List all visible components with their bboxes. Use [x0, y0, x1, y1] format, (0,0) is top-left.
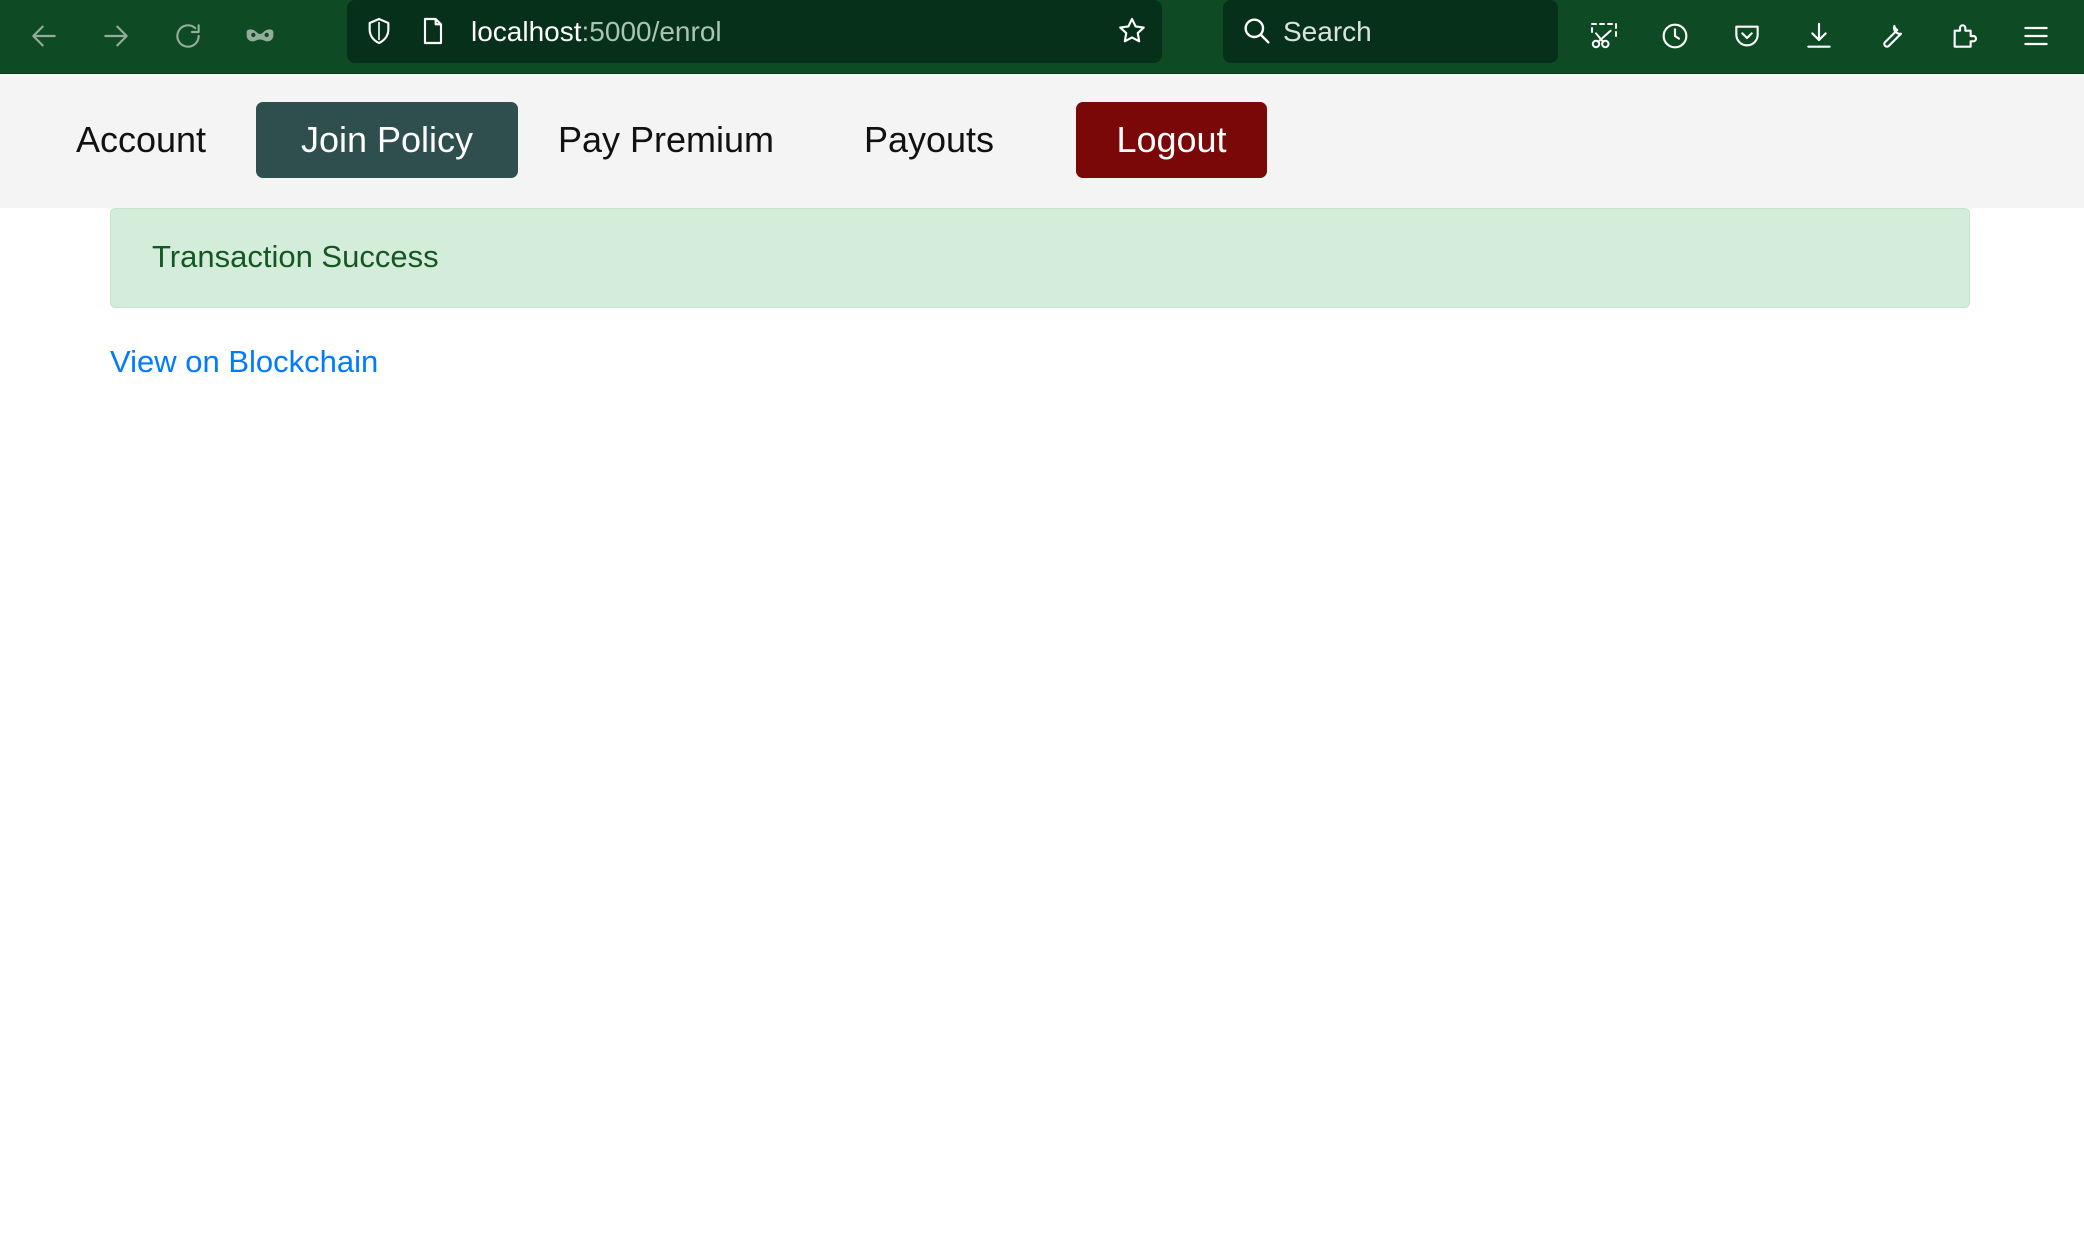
menu-icon[interactable]: [2014, 14, 2058, 58]
extensions-icon[interactable]: [1942, 14, 1986, 58]
nav-account[interactable]: Account: [56, 102, 226, 178]
tracking-shield-icon[interactable]: [361, 13, 397, 49]
nav-join-policy[interactable]: Join Policy: [256, 102, 518, 178]
back-icon[interactable]: [22, 14, 66, 58]
pocket-icon[interactable]: [1725, 14, 1769, 58]
nav-pay-premium[interactable]: Pay Premium: [548, 102, 784, 178]
url-text[interactable]: localhost:5000/enrol: [471, 14, 722, 50]
success-alert: Transaction Success: [110, 208, 1970, 308]
url-path: :5000/enrol: [581, 16, 722, 47]
search-icon: [1239, 13, 1275, 49]
nav-payouts[interactable]: Payouts: [844, 102, 1014, 178]
reload-icon[interactable]: [166, 14, 210, 58]
app-navbar: Account Join Policy Pay Premium Payouts …: [0, 74, 2084, 208]
forward-icon[interactable]: [94, 14, 138, 58]
browser-toolbar: localhost:5000/enrol: [0, 0, 2084, 74]
bookmark-star-icon[interactable]: [1114, 13, 1150, 49]
url-bar[interactable]: localhost:5000/enrol: [347, 0, 1162, 63]
logout-button[interactable]: Logout: [1076, 102, 1267, 178]
page-info-icon[interactable]: [415, 13, 451, 49]
tools-wrench-icon[interactable]: [1869, 14, 1913, 58]
private-mask-icon[interactable]: [238, 14, 282, 58]
download-icon[interactable]: [1797, 14, 1841, 58]
view-on-blockchain-link[interactable]: View on Blockchain: [110, 342, 378, 382]
search-bar[interactable]: [1223, 0, 1558, 63]
url-host: localhost: [471, 16, 582, 47]
search-input[interactable]: [1283, 12, 1543, 52]
history-icon[interactable]: [1653, 14, 1697, 58]
screenshot-icon[interactable]: [1582, 14, 1626, 58]
